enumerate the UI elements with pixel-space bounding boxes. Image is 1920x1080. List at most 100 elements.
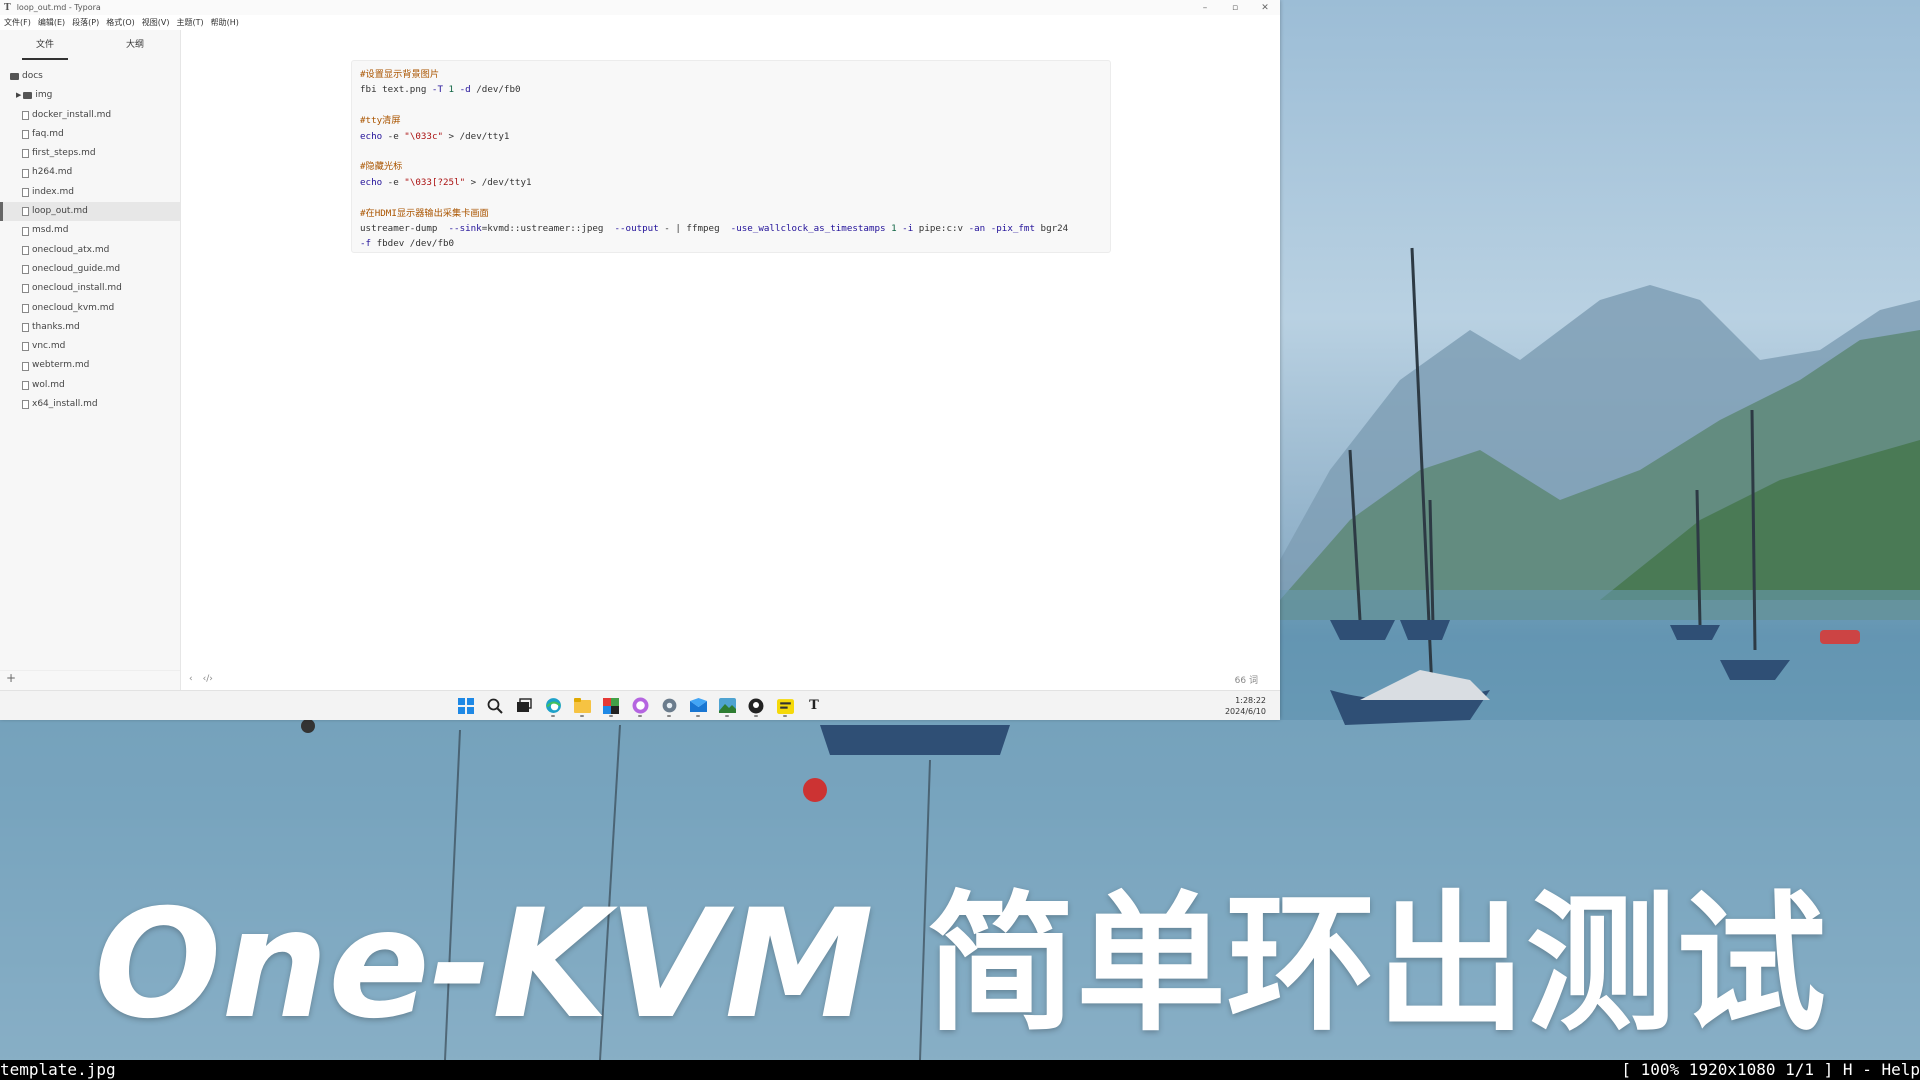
menu-help[interactable]: 帮助(H) bbox=[211, 17, 239, 28]
running-indicator bbox=[638, 715, 642, 717]
code-line: echo -e "\033[?25l" > /dev/tty1 bbox=[360, 176, 532, 188]
file-item[interactable]: wol.md bbox=[0, 376, 180, 395]
caption-cjk: 简单环出测试 bbox=[926, 878, 1827, 1052]
settings-icon[interactable] bbox=[658, 695, 680, 717]
tab-files[interactable]: 文件 bbox=[0, 30, 90, 60]
file-icon bbox=[22, 207, 29, 217]
title-bar: T loop_out.md - Typora – ▫ ✕ bbox=[0, 0, 1280, 15]
file-item[interactable]: vnc.md bbox=[0, 337, 180, 356]
file-label: x64_install.md bbox=[32, 399, 98, 410]
file-icon bbox=[22, 187, 29, 197]
code-block[interactable]: #设置显示背景图片 fbi text.png -T 1 -d /dev/fb0 … bbox=[351, 60, 1111, 253]
running-indicator bbox=[609, 715, 613, 717]
file-label: thanks.md bbox=[32, 321, 80, 332]
video-caption: One-KVM 简单环出测试 bbox=[0, 880, 1920, 1050]
file-item[interactable]: onecloud_install.md bbox=[0, 279, 180, 298]
tab-outline[interactable]: 大纲 bbox=[90, 30, 180, 60]
file-label: docker_install.md bbox=[32, 109, 112, 120]
file-label: loop_out.md bbox=[32, 206, 88, 217]
file-item[interactable]: onecloud_kvm.md bbox=[0, 299, 180, 318]
menu-theme[interactable]: 主题(T) bbox=[176, 17, 203, 28]
file-item[interactable]: onecloud_atx.md bbox=[0, 241, 180, 260]
file-item[interactable]: faq.md bbox=[0, 125, 180, 144]
code-comment: #隐藏光标 bbox=[360, 161, 403, 173]
taskbar-icons: T bbox=[455, 695, 825, 717]
menu-bar: 文件(F) 编辑(E) 段落(P) 格式(O) 视图(V) 主题(T) 帮助(H… bbox=[0, 15, 1280, 30]
running-indicator bbox=[551, 715, 555, 717]
menu-view[interactable]: 视图(V) bbox=[142, 17, 170, 28]
file-item[interactable]: docker_install.md bbox=[0, 106, 180, 125]
typora-window: T loop_out.md - Typora – ▫ ✕ 文件(F) 编辑(E)… bbox=[0, 0, 1280, 720]
file-icon bbox=[22, 380, 29, 390]
sidebar-tabs: 文件 大纲 bbox=[0, 30, 180, 60]
menu-paragraph[interactable]: 段落(P) bbox=[72, 17, 99, 28]
running-indicator bbox=[696, 715, 700, 717]
word-count[interactable]: 66 词 bbox=[1235, 673, 1258, 686]
menu-edit[interactable]: 编辑(E) bbox=[38, 17, 65, 28]
folder-label: docs bbox=[22, 71, 43, 81]
image-viewer-status-bar: template.jpg [ 100% 1920x1080 1/1 ] H - … bbox=[0, 1060, 1920, 1080]
file-label: h264.md bbox=[32, 167, 73, 178]
code-line: echo -e "\033c" > /dev/tty1 bbox=[360, 130, 510, 142]
chevron-right-icon: ▶ bbox=[16, 91, 22, 100]
github-icon[interactable] bbox=[745, 695, 767, 717]
file-item[interactable]: onecloud_guide.md bbox=[0, 260, 180, 279]
file-item-active[interactable]: loop_out.md bbox=[0, 202, 180, 222]
menu-format[interactable]: 格式(O) bbox=[106, 17, 135, 28]
code-comment: #在HDMI显示器输出采集卡画面 bbox=[360, 207, 489, 219]
file-item[interactable]: first_steps.md bbox=[0, 144, 180, 163]
file-label: vnc.md bbox=[32, 341, 66, 352]
file-item[interactable]: msd.md bbox=[0, 221, 180, 240]
file-icon bbox=[22, 168, 29, 178]
photos-icon[interactable] bbox=[716, 695, 738, 717]
code-comment: #设置显示背景图片 bbox=[360, 69, 440, 80]
close-button[interactable]: ✕ bbox=[1250, 3, 1280, 13]
file-label: faq.md bbox=[32, 128, 64, 139]
typora-glyph: T bbox=[809, 698, 819, 713]
notes-icon[interactable] bbox=[774, 695, 796, 717]
folder-docs[interactable]: docs bbox=[0, 67, 180, 86]
file-icon bbox=[22, 284, 29, 294]
editor-area[interactable]: #设置显示背景图片 fbi text.png -T 1 -d /dev/fb0 … bbox=[181, 30, 1280, 690]
code-comment: #tty清屏 bbox=[360, 115, 401, 127]
back-icon[interactable]: ‹ bbox=[189, 674, 193, 684]
file-icon bbox=[22, 323, 29, 332]
file-icon bbox=[22, 226, 29, 236]
add-file-button[interactable]: + bbox=[0, 670, 180, 690]
file-item[interactable]: h264.md bbox=[0, 163, 180, 182]
task-view-icon[interactable] bbox=[513, 695, 535, 716]
maximize-button[interactable]: ▫ bbox=[1220, 3, 1250, 13]
file-item[interactable]: x64_install.md bbox=[0, 395, 180, 414]
running-indicator bbox=[667, 715, 671, 717]
clock-date: 2024/6/10 bbox=[1224, 707, 1266, 716]
clock-time: 1:28:22 bbox=[1235, 696, 1266, 705]
minimize-button[interactable]: – bbox=[1190, 3, 1220, 13]
file-icon bbox=[22, 342, 29, 352]
viewer-info: [ 100% 1920x1080 1/1 ] H - Help bbox=[1621, 1060, 1920, 1079]
windows-start-icon[interactable] bbox=[455, 695, 477, 716]
file-item[interactable]: webterm.md bbox=[0, 356, 180, 375]
app-purple-icon[interactable] bbox=[629, 695, 651, 717]
file-label: wol.md bbox=[32, 379, 65, 390]
store-icon[interactable] bbox=[600, 695, 622, 717]
edge-browser-icon[interactable] bbox=[542, 695, 564, 717]
file-label: first_steps.md bbox=[32, 148, 96, 159]
file-item[interactable]: thanks.md bbox=[0, 318, 180, 337]
file-icon bbox=[22, 245, 29, 255]
search-icon[interactable] bbox=[484, 695, 506, 716]
menu-file[interactable]: 文件(F) bbox=[4, 17, 31, 28]
file-label: webterm.md bbox=[32, 360, 90, 371]
file-label: index.md bbox=[32, 186, 74, 197]
file-explorer-icon[interactable] bbox=[571, 695, 593, 717]
taskbar: T 1:28:22 2024/6/10 bbox=[0, 690, 1280, 720]
code-line: ustreamer-dump --sink=kvmd::ustreamer::j… bbox=[360, 223, 1069, 235]
typora-icon[interactable]: T bbox=[803, 695, 825, 716]
folder-img[interactable]: ▶ img bbox=[0, 86, 180, 105]
file-label: onecloud_atx.md bbox=[32, 244, 110, 255]
folder-icon bbox=[23, 92, 33, 100]
source-mode-icon[interactable]: ‹/› bbox=[203, 674, 213, 684]
file-item[interactable]: index.md bbox=[0, 183, 180, 202]
system-clock[interactable]: 1:28:22 2024/6/10 bbox=[1225, 695, 1266, 717]
mail-icon[interactable] bbox=[687, 695, 709, 717]
editor-status-bar: ‹ ‹/› 66 词 bbox=[181, 669, 1280, 689]
